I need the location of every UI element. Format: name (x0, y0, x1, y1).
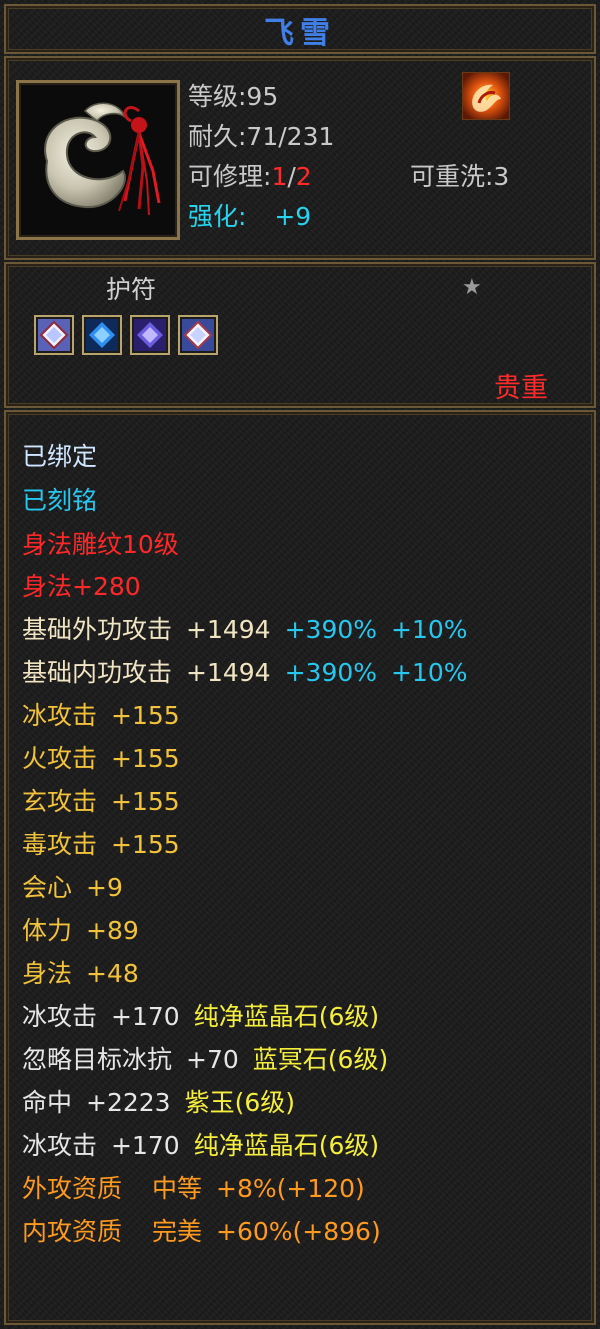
item-type: 护符 (106, 275, 157, 304)
gem-stat-line: 冰攻击 +170 纯净蓝晶石(6级) (22, 1002, 379, 1032)
stat-label: 身法 (22, 959, 73, 988)
stat-percent-extra: +10% (391, 615, 468, 644)
item-tooltip: 飞雪 等级:95 耐久:71/231 可修理:1/2 可重洗:3 强化: +9 … (0, 0, 600, 1329)
stat-fire-attack: 火攻击 +155 (22, 744, 180, 774)
stat-value: +155 (111, 830, 180, 859)
stat-attack-internal: 基础内功攻击 +1494 +390% +10% (22, 658, 468, 688)
stat-value: +89 (86, 916, 139, 945)
repair-max: 2 (295, 162, 312, 191)
stat-label: 毒攻击 (22, 830, 98, 859)
stat-agility: 身法 +48 (22, 959, 139, 989)
stat-carving: 身法雕纹10级 (22, 530, 179, 559)
stat-mystic-attack: 玄攻击 +155 (22, 787, 180, 817)
enhance-label: 强化: (188, 202, 247, 231)
item-level: 等级:95 (188, 82, 279, 111)
stat-label: 冰攻击 (22, 1002, 98, 1031)
stat-agility-bonus: 身法+280 (22, 572, 141, 601)
gem-slot-2[interactable] (82, 315, 122, 355)
stat-label: 玄攻击 (22, 787, 98, 816)
enhance-value: +9 (274, 202, 312, 231)
stat-label: 火攻击 (22, 744, 98, 773)
stat-label: 忽略目标冰抗 (22, 1045, 173, 1074)
star-icon[interactable]: ★ (462, 276, 482, 300)
stat-percent: +390% (284, 615, 378, 644)
gem-slot-3[interactable] (130, 315, 170, 355)
gem-stat-line: 冰攻击 +170 纯净蓝晶石(6级) (22, 1131, 379, 1161)
quality-internal: 内攻资质 完美 +60%(+896) (22, 1217, 381, 1247)
quality-grade: 中等 (152, 1174, 203, 1203)
stat-value: +9 (86, 873, 123, 902)
flame-icon (463, 73, 509, 119)
stat-label: 冰攻击 (22, 1131, 98, 1160)
gem-stat-line: 忽略目标冰抗 +70 蓝冥石(6级) (22, 1045, 388, 1075)
item-enhance: 强化: +9 (188, 202, 311, 232)
stat-value: +2223 (86, 1088, 171, 1117)
gem-name: 纯净蓝晶石(6级) (193, 1131, 380, 1160)
gem-name: 蓝冥石(6级) (252, 1045, 389, 1074)
stat-label: 命中 (22, 1088, 73, 1117)
stat-poison-attack: 毒攻击 +155 (22, 830, 180, 860)
stat-stamina: 体力 +89 (22, 916, 139, 946)
quality-label: 外攻资质 (22, 1174, 123, 1203)
repair-current: 1 (271, 162, 288, 191)
flame-skill-icon[interactable] (462, 72, 510, 120)
jade-talisman-icon (44, 102, 161, 216)
item-durability: 耐久:71/231 (188, 122, 335, 151)
stat-label: 基础内功攻击 (22, 658, 173, 687)
stat-percent: +390% (284, 658, 378, 687)
white-gem-icon (182, 319, 214, 351)
stat-value: +170 (111, 1131, 180, 1160)
stat-value: +155 (111, 744, 180, 773)
white-gem-icon (38, 319, 70, 351)
stat-percent-extra: +10% (391, 658, 468, 687)
stat-value: +1494 (186, 658, 271, 687)
item-rewash: 可重洗:3 (410, 162, 510, 191)
blue-gem-icon (86, 319, 118, 351)
stat-value: +155 (111, 787, 180, 816)
stat-value: +1494 (186, 615, 271, 644)
item-repair: 可修理:1/2 (188, 162, 312, 192)
quality-grade: 完美 (152, 1217, 203, 1246)
stat-ice-attack: 冰攻击 +155 (22, 701, 180, 731)
stat-label: 体力 (22, 916, 73, 945)
gem-name: 纯净蓝晶石(6级) (193, 1002, 380, 1031)
stat-value: +70 (186, 1045, 239, 1074)
quality-bonus: +60%(+896) (216, 1217, 381, 1246)
quality-bonus: +8%(+120) (216, 1174, 365, 1203)
item-portrait[interactable] (16, 80, 180, 240)
stat-value: +48 (86, 959, 139, 988)
stat-bound: 已绑定 (22, 442, 98, 471)
stat-engraved: 已刻铭 (22, 486, 98, 515)
repair-label: 可修理: (188, 162, 272, 191)
gem-stat-line: 命中 +2223 紫玉(6级) (22, 1088, 295, 1118)
gem-name: 紫玉(6级) (184, 1088, 296, 1117)
repair-separator: / (287, 162, 296, 191)
stat-label: 冰攻击 (22, 701, 98, 730)
item-name: 飞雪 (264, 16, 336, 51)
gem-slot-4[interactable] (178, 315, 218, 355)
quality-label: 内攻资质 (22, 1217, 123, 1246)
stat-attack-external: 基础外功攻击 +1494 +390% +10% (22, 615, 468, 645)
stat-label: 会心 (22, 873, 73, 902)
stat-value: +170 (111, 1002, 180, 1031)
purple-gem-icon (134, 319, 166, 351)
stat-critical: 会心 +9 (22, 873, 123, 903)
gem-slot-1[interactable] (34, 315, 74, 355)
item-rarity: 贵重 (494, 373, 548, 404)
stat-value: +155 (111, 701, 180, 730)
quality-external: 外攻资质 中等 +8%(+120) (22, 1174, 365, 1204)
stat-label: 基础外功攻击 (22, 615, 173, 644)
